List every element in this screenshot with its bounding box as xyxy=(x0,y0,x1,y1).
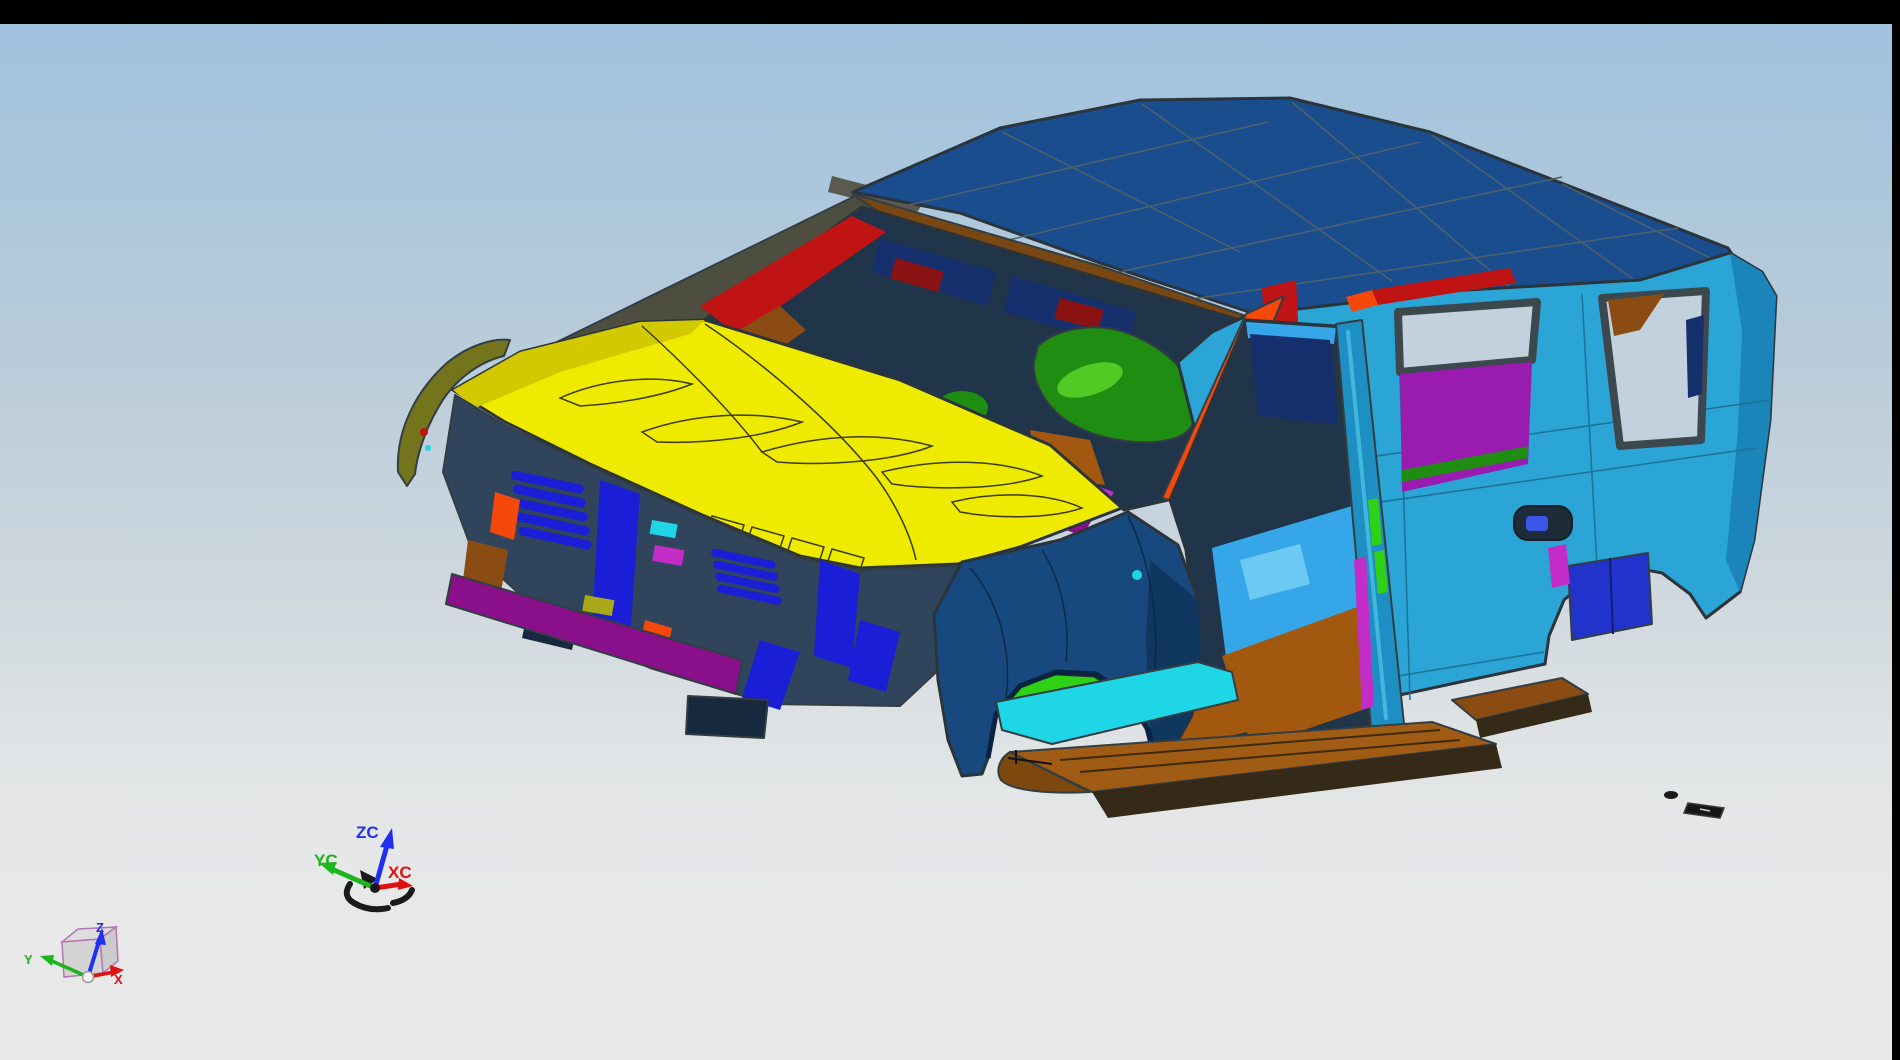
graphics-viewport[interactable]: ZC YC XC Z Y X xyxy=(0,24,1892,1060)
debris-clip[interactable] xyxy=(1664,791,1678,799)
air-dam-block-center xyxy=(686,696,768,738)
wcs-triad[interactable]: ZC YC XC xyxy=(314,823,413,909)
abs-y-arrowhead xyxy=(40,955,54,966)
wcs-origin-ball[interactable] xyxy=(370,883,380,893)
door-handle[interactable] xyxy=(1526,516,1548,531)
wcs-x-label: XC xyxy=(388,863,412,882)
loose-parts[interactable] xyxy=(1664,791,1724,818)
abs-y-label: Y xyxy=(24,952,33,967)
horn-teal-clip xyxy=(425,445,431,451)
horn-red-clip xyxy=(420,428,428,436)
application-window: ZC YC XC Z Y X xyxy=(0,0,1900,1060)
fender-teal-grommet xyxy=(1132,570,1142,580)
model-canvas[interactable]: ZC YC XC Z Y X xyxy=(0,24,1892,1060)
rad-support-right xyxy=(814,560,860,668)
abs-origin-sphere xyxy=(83,972,94,983)
absolute-csys-indicator: Z Y X xyxy=(24,920,124,987)
top-edge-bar xyxy=(0,0,1900,24)
wcs-z-arrowhead[interactable] xyxy=(380,828,394,849)
right-edge-bar xyxy=(1892,0,1900,1060)
rear-door-window-opening xyxy=(1398,302,1537,372)
wcs-z-axis[interactable] xyxy=(375,842,388,888)
dash-structure xyxy=(1250,334,1338,424)
car-body-model[interactable] xyxy=(398,98,1776,818)
wcs-y-label: YC xyxy=(314,851,338,870)
abs-z-label: Z xyxy=(96,920,104,935)
abs-x-label: X xyxy=(114,972,123,987)
wcs-z-label: ZC xyxy=(356,823,379,842)
quarter-window-bracket xyxy=(1686,315,1704,398)
